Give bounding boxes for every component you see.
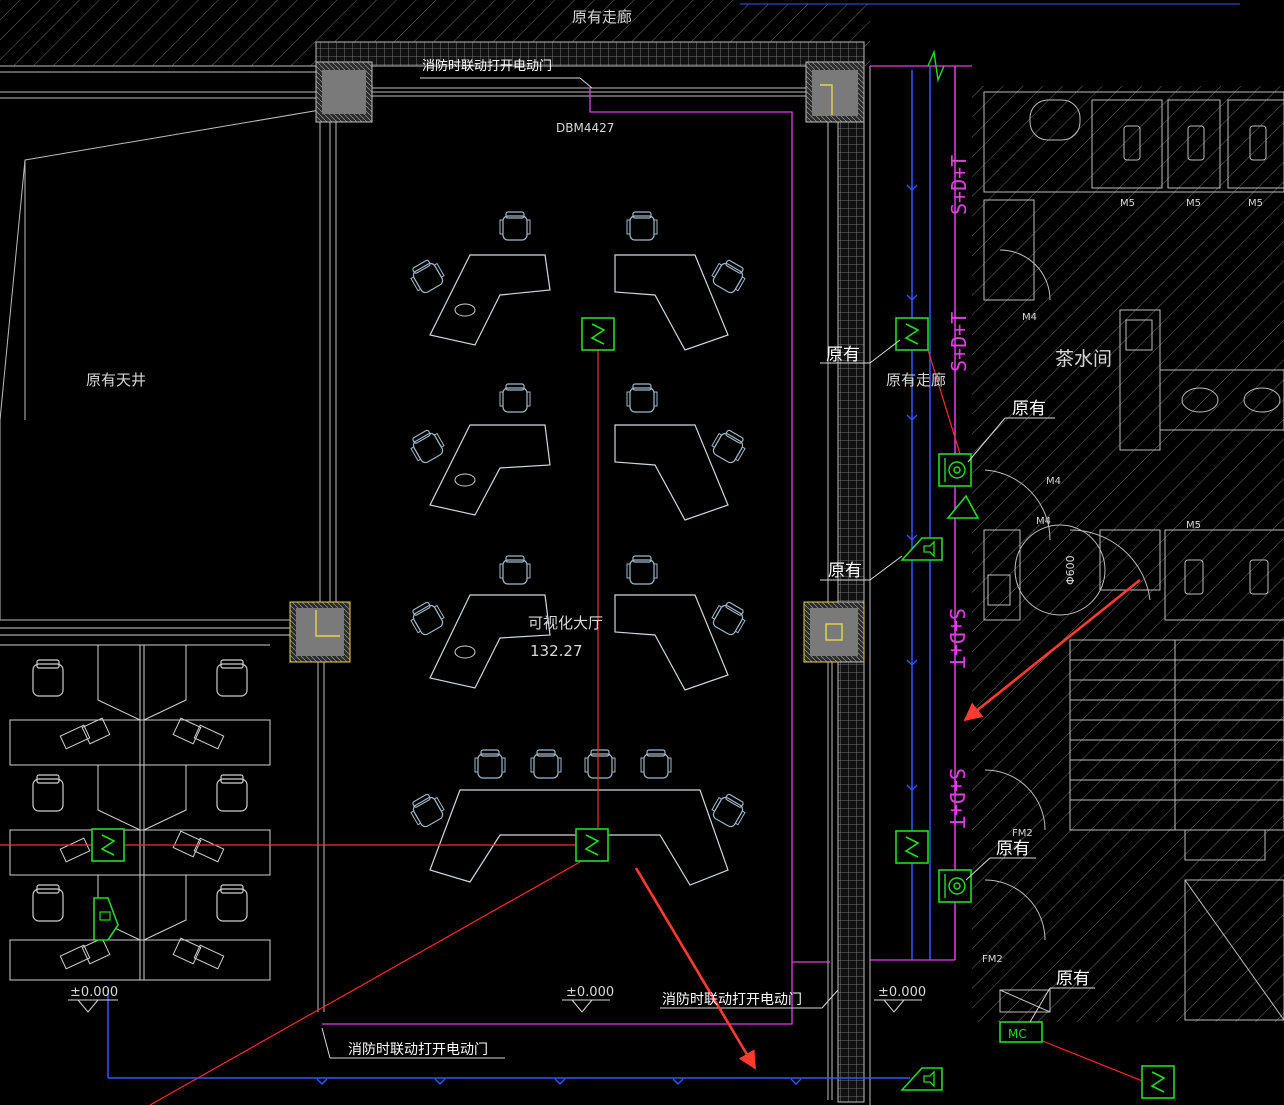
fire-door-note-top: 消防时联动打开电动门 xyxy=(422,58,552,74)
door-m4-b: M4 xyxy=(1046,476,1061,487)
door-m4-c: M4 xyxy=(1036,516,1051,527)
column-mid-left xyxy=(289,601,351,663)
door-m5-d: M5 xyxy=(1186,520,1201,531)
cad-drawing-canvas[interactable]: S+D+T S+D+T S+D+T S+D+T 原有走廊 原有天井 原有走廊 茶… xyxy=(0,0,1284,1105)
atrium-outline xyxy=(0,109,321,621)
tea-room-label: 茶水间 xyxy=(1055,348,1112,370)
existing-note-1: 原有 xyxy=(826,345,860,365)
column-top-right xyxy=(805,61,865,123)
floor-plan-drawing[interactable]: S+D+T S+D+T S+D+T S+D+T 原有走廊 原有天井 原有走廊 茶… xyxy=(0,0,1284,1105)
hall-area-label: 132.27 xyxy=(530,642,583,660)
room-boundary-line xyxy=(322,88,793,1025)
cable-label-4: S+D+T xyxy=(945,768,969,828)
fire-door-note-bottom-mid: 消防时联动打开电动门 xyxy=(662,991,802,1008)
level-label-1: ±0.000 xyxy=(70,985,118,1000)
cable-label-2: S+D+T xyxy=(947,312,971,372)
door-m5-c: M5 xyxy=(1248,198,1263,209)
speaker-icon[interactable] xyxy=(901,537,943,561)
smoke-detector-icon[interactable] xyxy=(91,828,125,862)
speaker-icon[interactable] xyxy=(93,897,119,941)
cable-label-1: S+D+T xyxy=(947,155,971,215)
hall-name-label: 可视化大厅 xyxy=(528,614,603,632)
mc-label: MC xyxy=(1008,1027,1027,1041)
column-mid-right xyxy=(803,601,865,663)
atrium-label: 原有天井 xyxy=(86,371,146,389)
alarm-bell-icon[interactable] xyxy=(938,869,972,903)
door-m4-a: M4 xyxy=(1022,312,1037,323)
door-fm2-b: FM2 xyxy=(982,954,1003,965)
existing-note-4: 原有 xyxy=(996,839,1030,859)
corridor-right-label: 原有走廊 xyxy=(886,371,946,389)
diameter-label: Φ600 xyxy=(1064,555,1077,585)
column-top-left xyxy=(315,61,373,123)
smoke-detector-icon[interactable] xyxy=(581,317,615,351)
corridor-top-label: 原有走廊 xyxy=(572,8,632,26)
door-tag-label: DBM4427 xyxy=(556,121,614,135)
door-m5-b: M5 xyxy=(1186,198,1201,209)
cable-label-3: S+D+T xyxy=(945,608,969,668)
smoke-detector-icon[interactable] xyxy=(895,830,929,864)
smoke-detector-icon[interactable] xyxy=(895,317,929,351)
door-fm2-a: FM2 xyxy=(1012,828,1033,839)
door-m5-a: M5 xyxy=(1120,198,1135,209)
speaker-icon[interactable] xyxy=(901,1067,943,1091)
top-wall xyxy=(315,41,865,67)
existing-note-3: 原有 xyxy=(828,561,862,581)
hall-desks xyxy=(429,254,729,886)
fire-door-note-bottom-left: 消防时联动打开电动门 xyxy=(348,1041,488,1058)
existing-note-5: 原有 xyxy=(1056,969,1090,989)
smoke-detector-icon[interactable] xyxy=(1141,1065,1175,1099)
alarm-bell-icon[interactable] xyxy=(938,453,972,487)
level-label-3: ±0.000 xyxy=(878,985,926,1000)
smoke-detector-icon[interactable] xyxy=(575,828,609,862)
existing-note-2: 原有 xyxy=(1012,399,1046,419)
right-wall-lower xyxy=(837,661,865,1103)
level-label-2: ±0.000 xyxy=(566,985,614,1000)
